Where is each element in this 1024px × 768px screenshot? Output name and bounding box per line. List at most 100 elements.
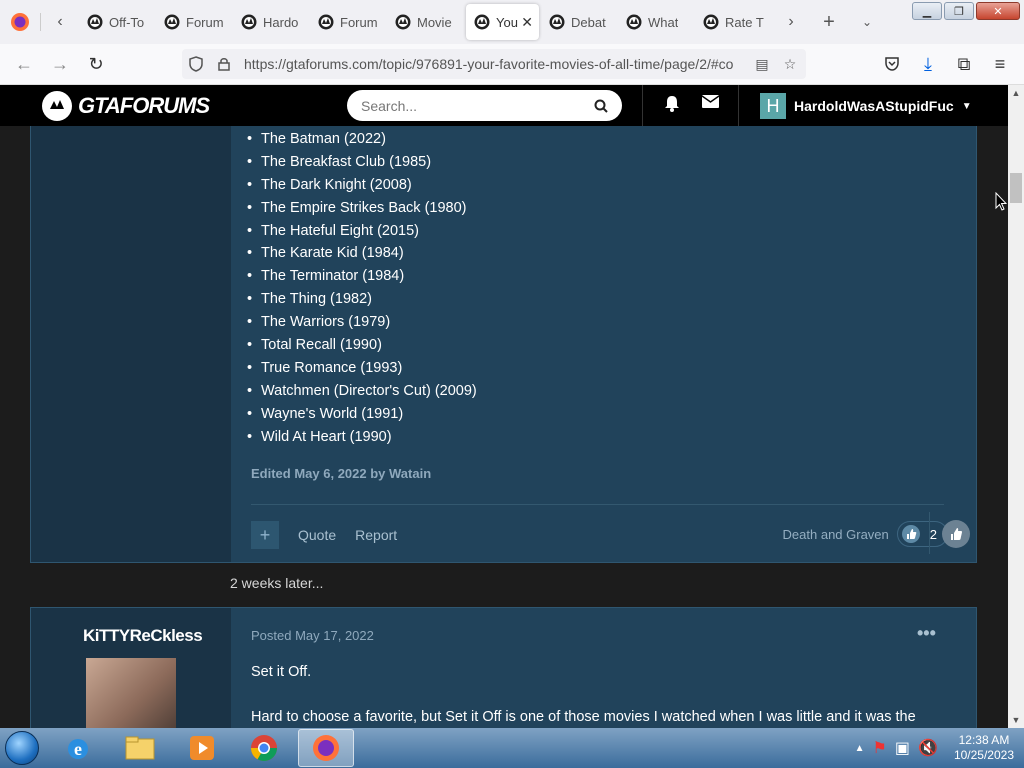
extensions-icon[interactable]: ⧉: [946, 48, 982, 80]
thumbs-up-icon: [951, 528, 963, 540]
pocket-icon[interactable]: [874, 48, 910, 80]
hamburger-menu-icon[interactable]: ≡: [982, 48, 1018, 80]
report-button[interactable]: Report: [355, 527, 397, 543]
url-text[interactable]: https://gtaforums.com/topic/976891-your-…: [244, 56, 744, 72]
lock-icon[interactable]: [210, 50, 238, 78]
svg-text:e: e: [74, 739, 82, 759]
toolbar-right: ⤓ ⧉ ≡: [874, 48, 1018, 80]
logo-text: GTAFORUMS: [78, 93, 210, 118]
list-all-tabs-icon[interactable]: ⌄: [848, 0, 886, 44]
browser-tab[interactable]: Off-To: [79, 4, 156, 40]
tab-title: Forum: [340, 14, 378, 30]
reaction-count: 2: [929, 526, 937, 542]
browser-tab[interactable]: Rate T: [695, 4, 772, 40]
gtaforums-favicon-icon: [241, 14, 257, 30]
scrollbar-thumb[interactable]: [1010, 173, 1022, 203]
browser-tab[interactable]: Hardo: [233, 4, 310, 40]
browser-tab[interactable]: You ✕: [466, 4, 539, 40]
gtaforums-favicon-icon: [474, 14, 490, 30]
list-item: The Terminator (1984): [247, 265, 477, 288]
forward-icon[interactable]: →: [42, 48, 78, 80]
address-bar[interactable]: https://gtaforums.com/topic/976891-your-…: [182, 49, 806, 79]
avatar: H: [760, 93, 786, 119]
restore-button[interactable]: ❐: [944, 2, 974, 20]
list-item: The Breakfast Club (1985): [247, 151, 477, 174]
scroll-up-arrow-icon[interactable]: ▲: [1008, 85, 1024, 101]
post-options-icon[interactable]: •••: [917, 623, 936, 644]
reaction-count-pill[interactable]: 2: [896, 521, 948, 547]
gtaforums-favicon-icon: [164, 14, 180, 30]
tab-title: You: [496, 14, 518, 30]
search-placeholder: Search...: [361, 97, 418, 114]
browser-tab[interactable]: Forum: [310, 4, 387, 40]
firefox-menu-icon[interactable]: [0, 0, 40, 44]
close-tab-icon[interactable]: ✕: [519, 13, 533, 31]
divider: [642, 85, 643, 126]
file-explorer-icon[interactable]: [112, 729, 168, 767]
user-menu[interactable]: H HardoldWasAStupidFuc ▼: [760, 93, 972, 119]
page-scrollbar[interactable]: ▲ ▼: [1008, 85, 1024, 728]
gtaforums-favicon-icon: [395, 14, 411, 30]
post-date[interactable]: Posted May 17, 2022: [251, 628, 374, 643]
site-header: GTAFORUMS Search... H HardoldWasAStupidF…: [0, 85, 1008, 126]
post-author-column: [31, 126, 231, 562]
username: HardoldWasAStupidFuc: [794, 98, 954, 114]
internet-explorer-icon[interactable]: e: [50, 729, 106, 767]
clock[interactable]: 12:38 AM 10/25/2023: [954, 733, 1014, 763]
tracking-protection-icon[interactable]: [182, 50, 210, 78]
messages-envelope-icon[interactable]: [701, 95, 720, 113]
post-card: [30, 126, 977, 563]
quote-button[interactable]: Quote: [298, 527, 336, 543]
browser-tab[interactable]: What: [618, 4, 695, 40]
tab-title: What: [648, 14, 679, 30]
new-tab-icon[interactable]: +: [810, 0, 848, 44]
list-item: Total Recall (1990): [247, 334, 477, 357]
divider: [738, 85, 739, 126]
reactions-summary: Death and Graven 2: [783, 521, 948, 547]
react-button[interactable]: [942, 520, 970, 548]
bookmark-star-icon[interactable]: ☆: [776, 50, 804, 78]
action-center-flag-icon[interactable]: ⚑: [873, 738, 887, 758]
browser-tab[interactable]: Movie: [387, 4, 464, 40]
post-text-line: Hard to choose a favorite, but Set it Of…: [251, 709, 916, 725]
minimize-button[interactable]: ▁: [912, 2, 942, 20]
post-divider: [251, 504, 944, 505]
start-button[interactable]: [0, 728, 44, 768]
reload-icon[interactable]: ↻: [78, 48, 114, 80]
list-item: Wayne's World (1991): [247, 403, 477, 426]
search-input[interactable]: Search...: [347, 90, 622, 121]
list-item: True Romance (1993): [247, 357, 477, 380]
gtaforums-favicon-icon: [549, 14, 565, 30]
browser-tab[interactable]: Forum: [156, 4, 233, 40]
clock-date: 10/25/2023: [953, 748, 1014, 762]
author-avatar[interactable]: [86, 658, 176, 728]
multiquote-plus-button[interactable]: +: [251, 521, 279, 549]
reader-view-icon[interactable]: ▤: [748, 50, 776, 78]
post-author-name[interactable]: KiTTYReCkless: [83, 626, 203, 646]
tabs-scroll-right-icon[interactable]: ›: [772, 0, 810, 44]
list-item: Watchmen (Director's Cut) (2009): [247, 380, 477, 403]
list-item: The Batman (2022): [247, 128, 477, 151]
notifications-bell-icon[interactable]: [664, 95, 680, 117]
close-window-button[interactable]: ✕: [976, 2, 1020, 20]
chrome-icon[interactable]: [236, 729, 292, 767]
reaction-users[interactable]: Death and Graven: [783, 527, 889, 542]
list-item: The Karate Kid (1984): [247, 242, 477, 265]
system-tray: ▲ ⚑ ▣ 🔇 12:38 AM 10/25/2023: [855, 728, 1024, 768]
tabs-scroll-left-icon[interactable]: ‹: [41, 0, 79, 44]
firefox-taskbar-icon[interactable]: [298, 729, 354, 767]
volume-muted-icon[interactable]: 🔇: [918, 738, 938, 758]
thumbs-up-icon: [901, 525, 920, 543]
browser-tab[interactable]: Debat: [541, 4, 618, 40]
media-player-icon[interactable]: [174, 729, 230, 767]
show-hidden-icons-icon[interactable]: ▲: [855, 743, 865, 754]
network-icon[interactable]: ▣: [895, 738, 910, 758]
post-actions: + Quote Report: [251, 521, 416, 549]
back-icon[interactable]: ←: [6, 48, 42, 80]
list-item: The Empire Strikes Back (1980): [247, 197, 477, 220]
site-logo[interactable]: GTAFORUMS: [42, 91, 210, 121]
window-controls: ▁ ❐ ✕: [912, 2, 1020, 20]
scroll-down-arrow-icon[interactable]: ▼: [1008, 712, 1024, 728]
downloads-icon[interactable]: ⤓: [910, 48, 946, 80]
search-icon[interactable]: [594, 99, 608, 113]
